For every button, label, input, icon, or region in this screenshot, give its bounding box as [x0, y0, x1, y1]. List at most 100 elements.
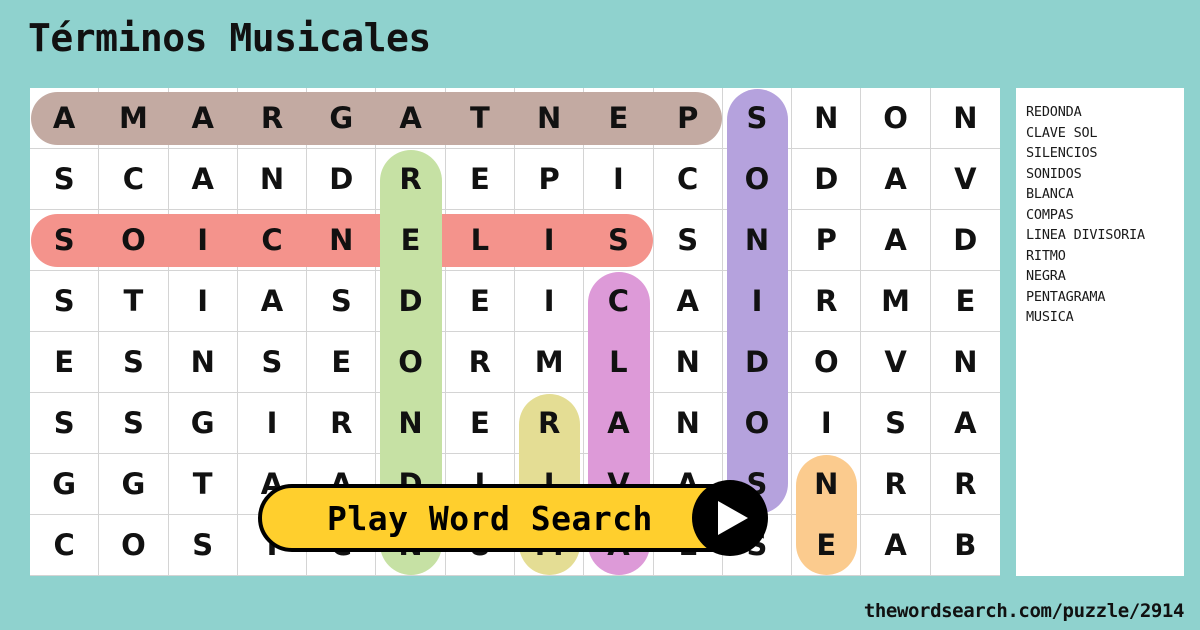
grid-cell[interactable]: S	[307, 271, 377, 332]
grid-cell[interactable]: R	[376, 149, 446, 210]
grid-cell[interactable]: A	[930, 393, 1000, 454]
grid-cell[interactable]: E	[445, 393, 515, 454]
grid-cell[interactable]: R	[930, 454, 1000, 515]
grid-cell[interactable]: N	[376, 393, 446, 454]
grid-cell[interactable]: A	[584, 393, 654, 454]
grid-cell[interactable]: S	[237, 332, 308, 393]
grid-cell[interactable]: S	[99, 393, 169, 454]
grid-cell[interactable]: S	[861, 393, 931, 454]
grid-cell[interactable]: G	[99, 454, 169, 515]
grid-cell[interactable]: E	[30, 332, 100, 393]
grid-cell[interactable]: R	[307, 393, 377, 454]
grid-cell[interactable]: T	[99, 271, 169, 332]
grid-cell[interactable]: V	[930, 149, 1000, 210]
grid-cell[interactable]: N	[237, 149, 308, 210]
grid-cell[interactable]: S	[584, 210, 654, 271]
grid-cell[interactable]: G	[168, 393, 238, 454]
grid-cell[interactable]: E	[445, 149, 515, 210]
grid-cell[interactable]: O	[792, 332, 862, 393]
grid-cell[interactable]: N	[168, 332, 238, 393]
grid-cell[interactable]: N	[653, 393, 723, 454]
grid-letter: R	[954, 467, 977, 501]
grid-cell[interactable]: C	[99, 149, 169, 210]
grid-cell[interactable]: C	[237, 210, 308, 271]
grid-cell[interactable]: S	[99, 332, 169, 393]
grid-cell[interactable]: M	[99, 88, 169, 149]
grid-cell[interactable]: N	[653, 332, 723, 393]
grid-cell[interactable]: A	[168, 149, 238, 210]
grid-cell[interactable]: I	[514, 271, 585, 332]
grid-cell[interactable]: S	[30, 210, 100, 271]
grid-cell[interactable]: N	[722, 210, 793, 271]
grid-cell[interactable]: S	[722, 88, 793, 149]
grid-cell[interactable]: R	[514, 393, 585, 454]
grid-cell[interactable]: I	[584, 149, 654, 210]
grid-cell[interactable]: I	[722, 271, 793, 332]
grid-cell[interactable]: N	[792, 454, 862, 515]
grid-cell[interactable]: D	[792, 149, 862, 210]
grid-cell[interactable]: A	[861, 149, 931, 210]
grid-cell[interactable]: A	[861, 515, 931, 576]
grid-cell[interactable]: B	[930, 515, 1000, 576]
grid-cell[interactable]: M	[861, 271, 931, 332]
grid-cell[interactable]: A	[861, 210, 931, 271]
grid-cell[interactable]: D	[930, 210, 1000, 271]
grid-cell[interactable]: T	[445, 88, 515, 149]
grid-cell[interactable]: N	[930, 332, 1000, 393]
grid-cell[interactable]: R	[792, 271, 862, 332]
grid-cell[interactable]: A	[376, 88, 446, 149]
grid-cell[interactable]: O	[376, 332, 446, 393]
grid-cell[interactable]: E	[376, 210, 446, 271]
grid-cell[interactable]: I	[168, 271, 238, 332]
grid-cell[interactable]: D	[376, 271, 446, 332]
grid-cell[interactable]: G	[30, 454, 100, 515]
grid-cell[interactable]: D	[307, 149, 377, 210]
grid-cell[interactable]: N	[930, 88, 1000, 149]
grid-cell[interactable]: V	[861, 332, 931, 393]
grid-cell[interactable]: I	[168, 210, 238, 271]
grid-cell[interactable]: N	[514, 88, 585, 149]
grid-cell[interactable]: S	[168, 515, 238, 576]
grid-cell[interactable]: E	[307, 332, 377, 393]
grid-cell[interactable]: L	[445, 210, 515, 271]
grid-cell[interactable]: R	[445, 332, 515, 393]
grid-cell[interactable]: R	[237, 88, 308, 149]
play-word-search-button[interactable]: Play Word Search	[258, 480, 768, 556]
grid-cell[interactable]: T	[168, 454, 238, 515]
grid-letter: O	[121, 528, 146, 562]
grid-cell[interactable]: O	[99, 210, 169, 271]
grid-cell[interactable]: R	[861, 454, 931, 515]
grid-cell[interactable]: L	[584, 332, 654, 393]
grid-cell[interactable]: S	[30, 271, 100, 332]
grid-cell[interactable]: E	[445, 271, 515, 332]
grid-cell[interactable]: P	[653, 88, 723, 149]
grid-cell[interactable]: E	[584, 88, 654, 149]
grid-cell[interactable]: C	[584, 271, 654, 332]
grid-cell[interactable]: P	[514, 149, 585, 210]
grid-cell[interactable]: G	[307, 88, 377, 149]
grid-cell[interactable]: C	[653, 149, 723, 210]
grid-cell[interactable]: N	[307, 210, 377, 271]
grid-cell[interactable]: N	[792, 88, 862, 149]
grid-cell[interactable]: D	[722, 332, 793, 393]
grid-cell[interactable]: S	[653, 210, 723, 271]
grid-cell[interactable]: O	[861, 88, 931, 149]
grid-cell[interactable]: C	[30, 515, 100, 576]
grid-cell[interactable]: E	[792, 515, 862, 576]
grid-cell[interactable]: I	[514, 210, 585, 271]
grid-cell[interactable]: M	[514, 332, 585, 393]
grid-cell[interactable]: P	[792, 210, 862, 271]
grid-cell[interactable]: O	[722, 393, 793, 454]
grid-cell[interactable]: A	[30, 88, 100, 149]
grid-cell[interactable]: S	[30, 393, 100, 454]
grid-cell[interactable]: A	[168, 88, 238, 149]
grid-cell[interactable]: A	[237, 271, 308, 332]
grid-cell[interactable]: O	[99, 515, 169, 576]
grid-cell[interactable]: A	[653, 271, 723, 332]
grid-letter: N	[953, 101, 978, 135]
grid-cell[interactable]: I	[237, 393, 308, 454]
grid-cell[interactable]: O	[722, 149, 793, 210]
grid-cell[interactable]: E	[930, 271, 1000, 332]
grid-cell[interactable]: I	[792, 393, 862, 454]
grid-cell[interactable]: S	[30, 149, 100, 210]
